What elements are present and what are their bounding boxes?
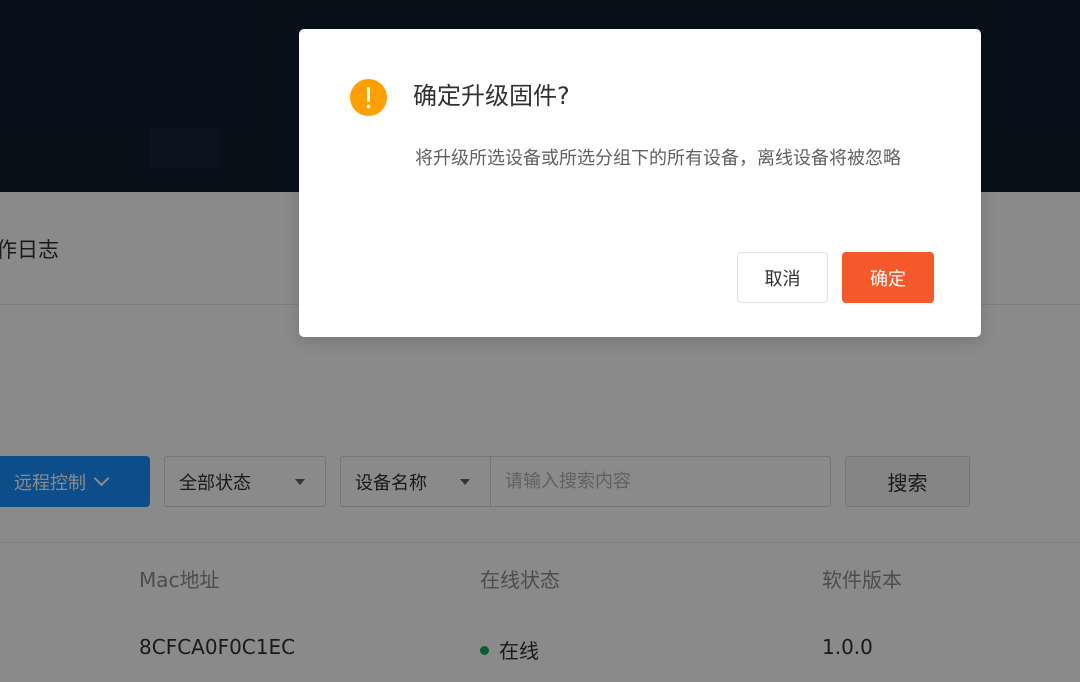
warning-icon [350,79,387,116]
confirm-dialog: 确定升级固件? 将升级所选设备或所选分组下的所有设备，离线设备将被忽略 取消 确… [299,29,981,337]
dialog-title: 确定升级固件? [413,82,570,110]
cancel-button[interactable]: 取消 [737,252,828,303]
confirm-button[interactable]: 确定 [842,252,934,303]
dialog-message: 将升级所选设备或所选分组下的所有设备，离线设备将被忽略 [415,148,901,169]
